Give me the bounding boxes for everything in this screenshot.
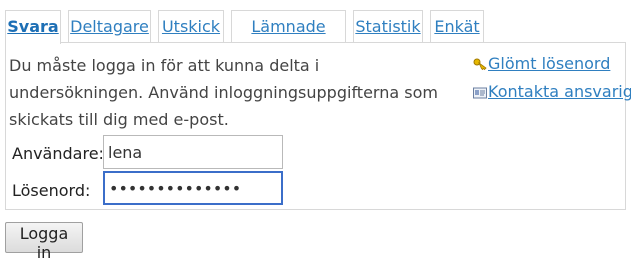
tab-utskick[interactable]: Utskick xyxy=(158,10,224,42)
login-message: Du måste logga in för att kunna delta i … xyxy=(9,56,438,129)
tab-svara[interactable]: Svara xyxy=(5,10,61,44)
password-input[interactable] xyxy=(103,171,283,205)
tab-enkat[interactable]: Enkät xyxy=(430,10,484,42)
user-input[interactable] xyxy=(103,135,283,169)
mail-card-icon xyxy=(473,82,488,101)
key-icon xyxy=(473,54,488,73)
forgot-password-label: Glömt lösenord xyxy=(488,54,611,73)
password-label: Lösenord: xyxy=(12,181,91,200)
login-button[interactable]: Logga in xyxy=(5,222,83,262)
contact-label: Kontakta ansvarig xyxy=(488,82,631,101)
tab-lamnade-svar[interactable]: Lämnade svar xyxy=(231,10,346,68)
contact-link[interactable]: Kontakta ansvarig xyxy=(473,82,631,101)
tab-statistik[interactable]: Statistik xyxy=(353,10,423,42)
user-label: Användare: xyxy=(12,144,104,163)
forgot-password-link[interactable]: Glömt lösenord xyxy=(473,54,610,73)
tab-deltagare[interactable]: Deltagare xyxy=(68,10,151,42)
